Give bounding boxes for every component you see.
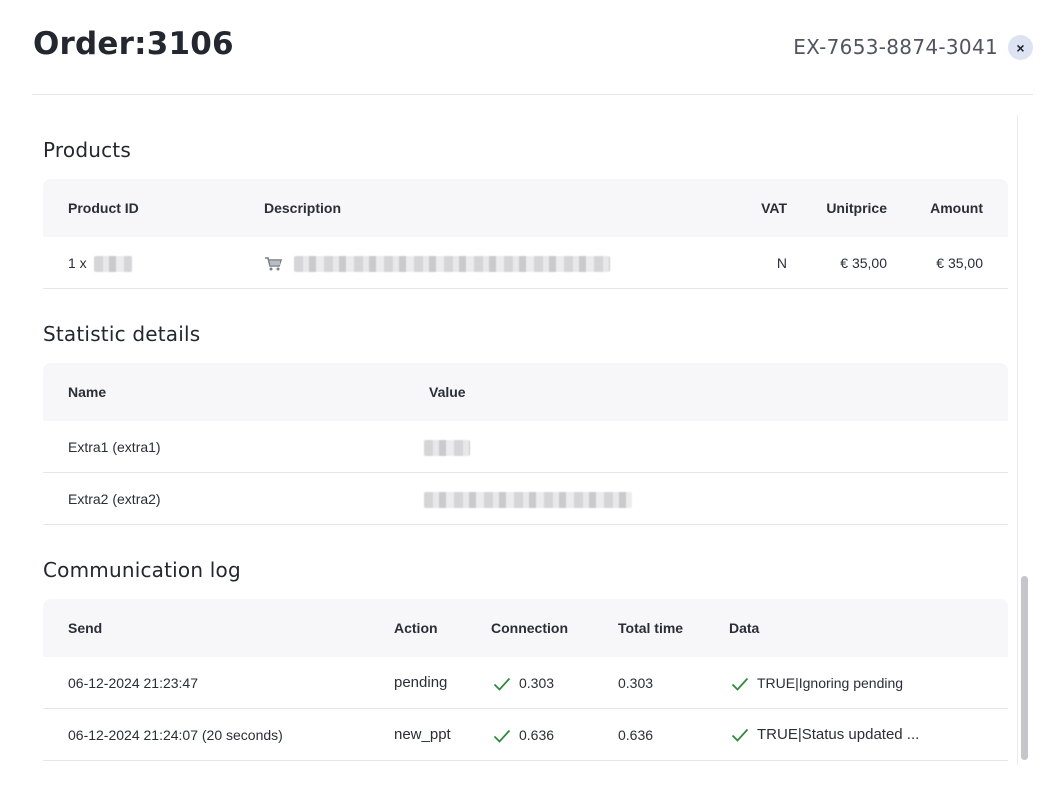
check-icon — [493, 730, 511, 744]
communication-table-header: Send Action Connection Total time Data — [43, 599, 1008, 657]
stat-name: Extra1 (extra1) — [68, 439, 161, 455]
products-table: Product ID Description VAT Unitprice Amo… — [43, 179, 1008, 289]
products-table-header: Product ID Description VAT Unitprice Amo… — [43, 179, 1008, 237]
product-id-cell: 1 x — [68, 237, 132, 289]
col-data: Data — [729, 620, 760, 636]
table-row: 1 x N € 35,00 € 35,00 — [43, 237, 1008, 289]
col-product-id: Product ID — [68, 200, 139, 216]
communication-table: Send Action Connection Total time Data 0… — [43, 599, 1008, 761]
col-vat: VAT — [761, 200, 787, 216]
table-row: Extra1 (extra1) — [43, 421, 1008, 473]
table-row[interactable]: 06-12-2024 21:24:07 (20 seconds) new_ppt… — [43, 709, 1008, 761]
col-unitprice: Unitprice — [826, 200, 887, 216]
redacted-value — [424, 440, 470, 457]
log-connection: 0.636 — [519, 727, 555, 743]
stat-value-cell — [424, 421, 470, 473]
log-connection-cell: 0.303 — [493, 657, 554, 709]
check-icon — [493, 678, 511, 692]
redacted-value — [424, 492, 632, 509]
close-button[interactable]: × — [1008, 35, 1033, 60]
log-connection-cell: 0.636 — [493, 709, 554, 761]
log-send: 06-12-2024 21:24:07 (20 seconds) — [68, 727, 283, 743]
log-data: TRUE|Status updated ... — [757, 726, 920, 743]
product-unitprice: € 35,00 — [840, 255, 887, 271]
col-amount: Amount — [930, 200, 983, 216]
log-total-time: 0.636 — [618, 727, 654, 743]
header-divider — [32, 94, 1033, 95]
statistics-table-header: Name Value — [43, 363, 1008, 421]
col-connection: Connection — [491, 620, 568, 636]
modal-header: Order:3106 EX-7653-8874-3041 × — [0, 0, 1056, 95]
redacted-description — [293, 256, 610, 273]
table-row: Extra2 (extra2) — [43, 473, 1008, 525]
col-value: Value — [429, 384, 466, 400]
col-description: Description — [264, 200, 342, 216]
redacted-product-id — [93, 256, 132, 273]
order-reference: EX-7653-8874-3041 — [793, 35, 998, 59]
log-action: pending — [394, 674, 448, 691]
log-connection: 0.303 — [519, 675, 555, 691]
col-total-time: Total time — [618, 620, 684, 636]
close-icon: × — [1016, 39, 1025, 56]
log-send: 06-12-2024 21:23:47 — [68, 675, 198, 691]
col-send: Send — [68, 620, 103, 636]
product-qty: 1 x — [68, 255, 87, 271]
product-vat: N — [776, 255, 787, 271]
products-title: Products — [43, 138, 131, 162]
check-icon — [731, 728, 749, 742]
log-action: new_ppt — [394, 726, 451, 743]
log-data-cell: TRUE|Ignoring pending — [731, 657, 903, 709]
table-row[interactable]: 06-12-2024 21:23:47 pending 0.303 0.303 … — [43, 657, 1008, 709]
log-data-cell: TRUE|Status updated ... — [731, 709, 919, 761]
stat-value-cell — [424, 473, 632, 525]
scrollbar-thumb[interactable] — [1021, 576, 1028, 760]
product-amount: € 35,00 — [936, 255, 983, 271]
log-data: TRUE|Ignoring pending — [757, 675, 904, 691]
statistics-table: Name Value Extra1 (extra1) Extra2 (extra… — [43, 363, 1008, 525]
col-name: Name — [68, 384, 107, 400]
log-total-time: 0.303 — [618, 675, 654, 691]
col-action: Action — [394, 620, 438, 636]
statistics-title: Statistic details — [43, 322, 201, 346]
communication-title: Communication log — [43, 558, 241, 582]
stat-name: Extra2 (extra2) — [68, 491, 161, 507]
cart-icon — [265, 257, 282, 271]
product-description-cell — [264, 237, 610, 289]
order-title: Order:3106 — [33, 26, 234, 62]
check-icon — [731, 678, 749, 692]
